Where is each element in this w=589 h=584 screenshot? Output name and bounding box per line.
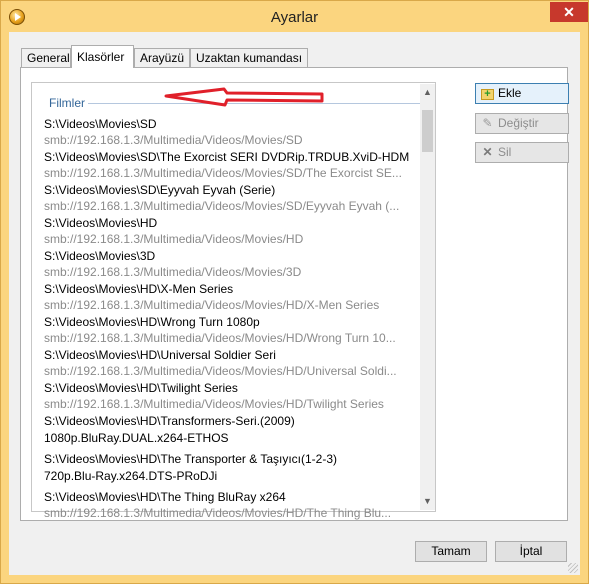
scroll-up-arrow-icon[interactable]: ▲ — [420, 84, 435, 101]
list-item[interactable]: S:\Videos\Movies\3D smb://192.168.1.3/Mu… — [44, 248, 419, 281]
tab-remote-control[interactable]: Uzaktan kumandası — [190, 48, 308, 67]
add-button[interactable]: + Ekle — [475, 83, 569, 104]
list-item[interactable]: S:\Videos\Movies\HD\The Transporter & Ta… — [44, 451, 419, 489]
list-item[interactable]: S:\Videos\Movies\HD smb://192.168.1.3/Mu… — [44, 215, 419, 248]
group-label-movies: Filmler — [49, 96, 88, 110]
list-item[interactable]: S:\Videos\Movies\HD\Universal Soldier Se… — [44, 347, 419, 380]
resize-grip[interactable] — [568, 563, 578, 573]
close-button[interactable]: ✕ — [550, 2, 588, 22]
folder-path: S:\Videos\Movies\SD\Eyyvah Eyvah (Serie) — [44, 183, 276, 197]
list-item[interactable]: S:\Videos\Movies\HD\Twilight Series smb:… — [44, 380, 419, 413]
folder-items: S:\Videos\Movies\SD smb://192.168.1.3/Mu… — [44, 116, 419, 522]
list-item[interactable]: S:\Videos\Movies\SD smb://192.168.1.3/Mu… — [44, 116, 419, 149]
folder-path: S:\Videos\Movies\SD\The Exorcist SERI DV… — [44, 150, 410, 164]
folder-url: smb://192.168.1.3/Multimedia/Videos/Movi… — [44, 331, 396, 345]
list-item[interactable]: S:\Videos\Movies\HD\X-Men Series smb://1… — [44, 281, 419, 314]
cancel-button[interactable]: İptal — [495, 541, 567, 562]
vertical-scrollbar[interactable]: ▲ ▼ — [420, 84, 435, 510]
title-bar[interactable]: Ayarlar ✕ — [1, 1, 588, 33]
folder-path: S:\Videos\Movies\HD\Twilight Series — [44, 381, 238, 395]
settings-window: Ayarlar ✕ General Klasörler Arayüzü Uzak… — [0, 0, 589, 584]
folder-path: S:\Videos\Movies\HD\The Transporter & Ta… — [44, 452, 337, 466]
folder-path: S:\Videos\Movies\HD — [44, 216, 158, 230]
pencil-icon: ✎ — [482, 116, 493, 130]
ok-button[interactable]: Tamam — [415, 541, 487, 562]
folder-path-continued: 1080p.BluRay.DUAL.x264-ETHOS — [44, 431, 229, 445]
scroll-down-arrow-icon[interactable]: ▼ — [420, 493, 435, 510]
tab-folders[interactable]: Klasörler — [71, 45, 134, 68]
edit-button-label: Değiştir — [498, 116, 539, 130]
folder-path: S:\Videos\Movies\HD\Universal Soldier Se… — [44, 348, 276, 362]
list-item[interactable]: S:\Videos\Movies\SD\The Exorcist SERI DV… — [44, 149, 419, 182]
dialog-body: General Klasörler Arayüzü Uzaktan kumand… — [9, 32, 580, 575]
folder-path: S:\Videos\Movies\HD\X-Men Series — [44, 282, 234, 296]
folder-path: S:\Videos\Movies\HD\The Thing BluRay x26… — [44, 490, 286, 504]
list-item[interactable]: S:\Videos\Movies\HD\Wrong Turn 1080p smb… — [44, 314, 419, 347]
add-button-label: Ekle — [498, 86, 522, 100]
folder-url: smb://192.168.1.3/Multimedia/Videos/Movi… — [44, 397, 384, 411]
folders-panel: Filmler S:\Videos\Movies\SD smb://192.16… — [20, 67, 569, 521]
folder-url: smb://192.168.1.3/Multimedia/Videos/Movi… — [44, 506, 392, 520]
folder-path: S:\Videos\Movies\HD\Wrong Turn 1080p — [44, 315, 260, 329]
folder-url: smb://192.168.1.3/Multimedia/Videos/Movi… — [44, 133, 303, 147]
folder-list[interactable]: Filmler S:\Videos\Movies\SD smb://192.16… — [31, 82, 436, 520]
folder-path: S:\Videos\Movies\HD\Transformers-Seri.(2… — [44, 414, 295, 428]
folder-url: smb://192.168.1.3/Multimedia/Videos/Movi… — [44, 166, 402, 180]
list-item[interactable]: S:\Videos\Movies\HD\Transformers-Seri.(2… — [44, 413, 419, 451]
red-arrow-annotation — [164, 87, 324, 107]
edit-button[interactable]: ✎ Değiştir — [475, 113, 569, 134]
folder-path-continued: 720p.Blu-Ray.x264.DTS-PRoDJi — [44, 469, 218, 483]
add-folder-icon: + — [481, 89, 494, 100]
folder-path: S:\Videos\Movies\SD — [44, 117, 157, 131]
folder-url: smb://192.168.1.3/Multimedia/Videos/Movi… — [44, 232, 304, 246]
remove-button-label: Sil — [498, 145, 512, 159]
list-item[interactable]: S:\Videos\Movies\SD\Eyyvah Eyvah (Serie)… — [44, 182, 419, 215]
list-item[interactable]: S:\Videos\Movies\HD\The Thing BluRay x26… — [44, 489, 419, 522]
scroll-thumb[interactable] — [422, 110, 433, 152]
folder-path: S:\Videos\Movies\3D — [44, 249, 156, 263]
folder-url: smb://192.168.1.3/Multimedia/Videos/Movi… — [44, 298, 380, 312]
folder-url: smb://192.168.1.3/Multimedia/Videos/Movi… — [44, 265, 302, 279]
folder-url: smb://192.168.1.3/Multimedia/Videos/Movi… — [44, 199, 400, 213]
window-title: Ayarlar — [270, 9, 319, 26]
tab-interface[interactable]: Arayüzü — [134, 48, 190, 67]
remove-button[interactable]: ✕ Sil — [475, 142, 569, 163]
delete-x-icon: ✕ — [482, 145, 493, 159]
folder-url: smb://192.168.1.3/Multimedia/Videos/Movi… — [44, 364, 397, 378]
tab-general[interactable]: General — [21, 48, 71, 67]
